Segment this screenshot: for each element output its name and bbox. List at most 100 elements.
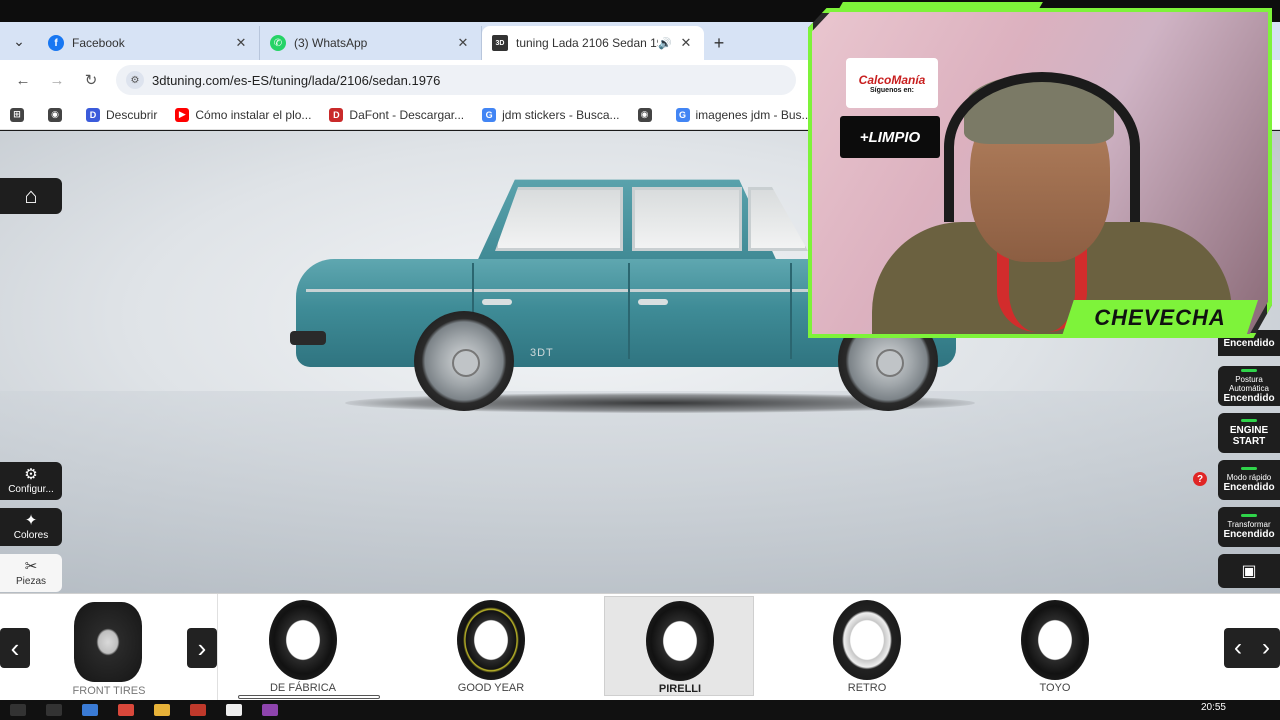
- toggle-state: Encendido: [1223, 482, 1275, 493]
- save-icon: ▣: [1241, 562, 1257, 580]
- globe-icon: ◉: [637, 107, 652, 122]
- help-icon[interactable]: ?: [1193, 472, 1207, 486]
- tire-option[interactable]: PIRELLI: [604, 596, 754, 696]
- rear-wheel: [414, 311, 514, 411]
- bookmark-item[interactable]: ◉: [637, 107, 658, 122]
- toggle-state: START: [1232, 436, 1266, 447]
- apps-grid-icon: ⊞: [10, 107, 24, 122]
- door-handle: [482, 299, 512, 305]
- parts-button[interactable]: ✂ Piezas: [0, 554, 62, 592]
- transform-toggle[interactable]: Transformar Encendido: [1218, 507, 1280, 547]
- bookmark-item[interactable]: Gimagenes jdm - Bus...: [675, 107, 812, 122]
- 3dtuning-icon: 3D: [492, 35, 508, 51]
- car-window-front: [632, 187, 742, 251]
- start-icon[interactable]: [10, 704, 26, 716]
- close-icon[interactable]: ✕: [678, 35, 694, 51]
- engine-start-button[interactable]: ENGINE START: [1218, 413, 1280, 453]
- configure-button[interactable]: ⚙ Configur...: [0, 462, 62, 500]
- chrome-icon[interactable]: [118, 704, 134, 716]
- bookmark-item[interactable]: ◉: [48, 107, 68, 122]
- site-info-icon[interactable]: ⚙: [126, 71, 144, 89]
- chevron-left-icon[interactable]: ‹: [1234, 634, 1242, 662]
- tab-3dtuning[interactable]: 3D tuning Lada 2106 Sedan 19 🔊 ✕: [482, 26, 704, 60]
- tire-option-label: RETRO: [847, 682, 887, 694]
- tire-option[interactable]: GOOD YEAR: [416, 596, 566, 696]
- configure-label: Configur...: [8, 484, 54, 495]
- app-icon[interactable]: [190, 704, 206, 716]
- bookmark-item[interactable]: ▶ Cómo instalar el plo...: [175, 107, 311, 122]
- forward-button[interactable]: →: [42, 65, 72, 95]
- bookmark-label: jdm stickers - Busca...: [502, 107, 620, 122]
- category-next-button[interactable]: ›: [187, 628, 217, 668]
- screen: ⌄ f Facebook ✕ ✆ (3) WhatsApp ✕ 3D tunin…: [0, 0, 1280, 720]
- category-label: FRONT TIRES: [72, 685, 146, 697]
- car-windshield: [748, 187, 808, 251]
- close-icon[interactable]: ✕: [455, 35, 471, 51]
- google-icon: G: [675, 107, 690, 122]
- app-icon[interactable]: [226, 704, 242, 716]
- car-settings-icon: ⚙: [24, 466, 38, 483]
- home-icon: ⌂: [24, 183, 38, 208]
- door-handle: [638, 299, 668, 305]
- logo-subtext: Síguenos en:: [870, 86, 914, 94]
- colors-button[interactable]: ✦ Colores: [0, 508, 62, 546]
- os-taskbar: 20:55: [0, 700, 1280, 720]
- youtube-icon: ▶: [175, 107, 190, 122]
- close-icon[interactable]: ✕: [233, 35, 249, 51]
- arrow-right-icon: →: [49, 71, 65, 89]
- door-line: [628, 263, 630, 359]
- options-pager[interactable]: ‹ ›: [1224, 628, 1280, 668]
- tire-option[interactable]: TOYO: [980, 596, 1130, 696]
- logo-text: CalcoManía: [858, 72, 926, 87]
- new-tab-button[interactable]: +: [704, 26, 734, 60]
- chevron-right-icon[interactable]: ›: [1262, 634, 1270, 662]
- home-button[interactable]: ⌂: [0, 178, 62, 214]
- bookmark-item[interactable]: ⊞: [10, 107, 30, 122]
- door-line: [790, 263, 792, 359]
- folder-icon[interactable]: [154, 704, 170, 716]
- tire-icon: [269, 600, 337, 680]
- car-badge: 3DT: [530, 347, 554, 359]
- chevron-right-icon: ›: [197, 632, 207, 663]
- tab-label: tuning Lada 2106 Sedan 19: [516, 36, 658, 50]
- facebook-icon: f: [48, 35, 64, 51]
- car-bumper: [290, 331, 326, 345]
- google-icon: G: [482, 107, 497, 122]
- chevron-down-icon: ⌄: [13, 32, 25, 49]
- taskview-icon[interactable]: [82, 704, 98, 716]
- default-underline: [238, 695, 380, 699]
- url-text: 3dtuning.com/es-ES/tuning/lada/2106/seda…: [152, 72, 441, 88]
- speaker-icon[interactable]: 🔊: [658, 37, 672, 50]
- tab-search-button[interactable]: ⌄: [0, 22, 38, 60]
- bookmark-item[interactable]: D Descubrir: [86, 107, 157, 122]
- auto-stance-toggle[interactable]: Postura Automática Encendido: [1218, 366, 1280, 406]
- toggle-state: Encendido: [1223, 529, 1275, 540]
- tire-option[interactable]: RETRO: [792, 596, 942, 696]
- toggle-title: Postura Automática: [1228, 374, 1270, 393]
- bookmark-item[interactable]: Gjdm stickers - Busca...: [482, 107, 620, 122]
- tire-option[interactable]: DE FÁBRICA: [228, 596, 378, 696]
- tire-icon: [646, 601, 714, 681]
- save-button[interactable]: ▣: [1218, 554, 1280, 588]
- reload-button[interactable]: ↻: [76, 65, 106, 95]
- toggle-state: Encendido: [1223, 392, 1275, 404]
- status-led: [1241, 467, 1257, 470]
- url-bar[interactable]: ⚙ 3dtuning.com/es-ES/tuning/lada/2106/se…: [116, 65, 796, 95]
- tire-option-label: DE FÁBRICA: [269, 682, 336, 694]
- toggle-title: Transformar: [1227, 520, 1271, 529]
- calcomania-logo: CalcoManía Síguenos en:: [846, 58, 938, 108]
- tire-icon: [1021, 600, 1089, 680]
- bookmark-item[interactable]: D DaFont - Descargar...: [329, 107, 464, 122]
- tire-icon: [457, 600, 525, 680]
- search-icon[interactable]: [46, 704, 62, 716]
- back-button[interactable]: ←: [8, 65, 38, 95]
- reload-icon: ↻: [84, 72, 98, 89]
- tab-facebook[interactable]: f Facebook ✕: [38, 26, 260, 60]
- chevron-left-icon: ‹: [10, 632, 20, 663]
- tab-label: Facebook: [72, 36, 125, 50]
- category-prev-button[interactable]: ‹: [0, 628, 30, 668]
- tab-whatsapp[interactable]: ✆ (3) WhatsApp ✕: [260, 26, 482, 60]
- app-icon[interactable]: [262, 704, 278, 716]
- tab-label: (3) WhatsApp: [294, 36, 368, 50]
- quick-mode-toggle[interactable]: Modo rápido Encendido: [1218, 460, 1280, 500]
